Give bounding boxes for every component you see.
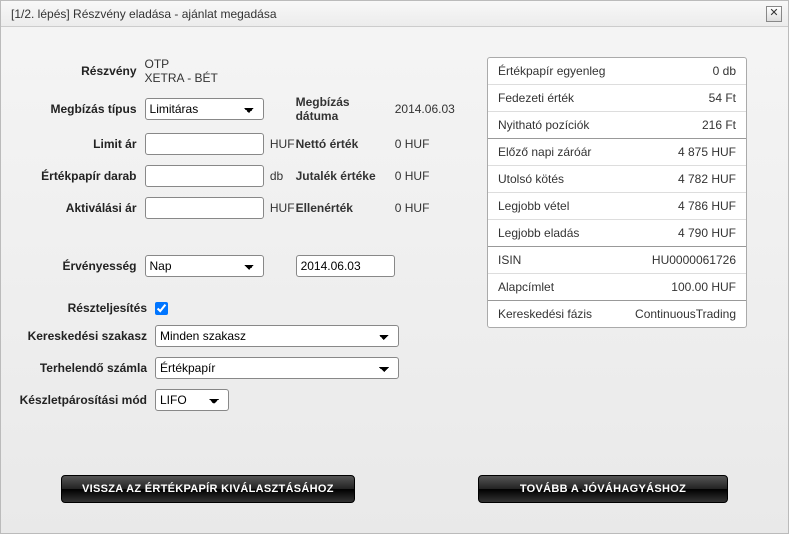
panel-k: Utolsó kötés xyxy=(498,172,564,186)
qty-label: Értékpapír darab xyxy=(19,169,145,183)
panel-k: ISIN xyxy=(498,253,521,267)
activation-unit: HUF xyxy=(264,201,296,215)
activation-label: Aktiválási ár xyxy=(19,201,145,215)
commission-value: 0 HUF xyxy=(395,169,459,183)
next-button[interactable]: TOVÁBB A JÓVÁHAGYÁSHOZ xyxy=(478,475,728,503)
total-label: Ellenérték xyxy=(296,201,395,215)
partial-label: Részteljesítés xyxy=(19,301,155,315)
validity-label: Érvényesség xyxy=(19,259,145,273)
qty-input[interactable] xyxy=(145,165,264,187)
order-type-label: Megbízás típus xyxy=(19,102,145,116)
activation-input[interactable] xyxy=(145,197,264,219)
panel-v: 4 786 HUF xyxy=(678,199,736,213)
panel-v: 4 790 HUF xyxy=(678,226,736,240)
dialog-window: [1/2. lépés] Részvény eladása - ajánlat … xyxy=(0,0,789,534)
close-icon[interactable]: ✕ xyxy=(766,6,782,22)
panel-k: Kereskedési fázis xyxy=(498,307,592,321)
matching-label: Készletpárosítási mód xyxy=(19,394,155,407)
trading-phase-label: Kereskedési szakasz xyxy=(19,330,155,343)
limit-price-input[interactable] xyxy=(145,133,264,155)
net-label: Nettó érték xyxy=(296,137,395,151)
net-value: 0 HUF xyxy=(395,137,459,151)
partial-checkbox[interactable] xyxy=(155,302,168,315)
panel-v: HU0000061726 xyxy=(652,253,736,267)
commission-label: Jutalék értéke xyxy=(296,169,395,183)
panel-k: Legjobb vétel xyxy=(498,199,569,213)
panel-v: 216 Ft xyxy=(702,118,736,132)
window-title: [1/2. lépés] Részvény eladása - ajánlat … xyxy=(11,7,277,21)
panel-v: 54 Ft xyxy=(709,91,736,105)
qty-unit: db xyxy=(264,169,296,183)
panel-k: Alapcímlet xyxy=(498,280,554,294)
panel-v: 4 875 HUF xyxy=(678,145,736,159)
panel-v: 4 782 HUF xyxy=(678,172,736,186)
order-date-label: Megbízás dátuma xyxy=(296,95,395,123)
order-type-select[interactable]: Limitáras xyxy=(145,98,264,120)
panel-k: Értékpapír egyenleg xyxy=(498,64,605,78)
stock-market: XETRA - BÉT xyxy=(145,71,264,85)
total-value: 0 HUF xyxy=(395,201,459,215)
info-panel: Értékpapír egyenleg 0 db Fedezeti érték 54… xyxy=(487,57,747,421)
matching-select[interactable]: LIFO xyxy=(155,389,229,411)
limit-price-label: Limit ár xyxy=(19,137,145,151)
panel-v: 100.00 HUF xyxy=(671,280,736,294)
order-form: Részvény OTP XETRA - BÉT Megbízás típus … xyxy=(19,57,459,421)
account-label: Terhelendő számla xyxy=(19,361,155,375)
validity-date-input[interactable] xyxy=(296,255,395,277)
panel-k: Fedezeti érték xyxy=(498,91,574,105)
panel-k: Nyitható pozíciók xyxy=(498,118,589,132)
panel-v: 0 db xyxy=(713,64,736,78)
order-date-value: 2014.06.03 xyxy=(395,102,459,116)
stock-code: OTP xyxy=(145,57,264,71)
trading-phase-select[interactable]: Minden szakasz xyxy=(155,325,399,347)
title-bar: [1/2. lépés] Részvény eladása - ajánlat … xyxy=(1,1,788,27)
panel-k: Legjobb eladás xyxy=(498,226,579,240)
limit-price-unit: HUF xyxy=(264,137,296,151)
stock-label: Részvény xyxy=(19,64,145,78)
panel-k: Előző napi záróár xyxy=(498,145,591,159)
back-button[interactable]: VISSZA AZ ÉRTÉKPAPÍR KIVÁLASZTÁSÁHOZ xyxy=(61,475,355,503)
panel-v: ContinuousTrading xyxy=(635,307,736,321)
account-select[interactable]: Értékpapír xyxy=(155,357,399,379)
validity-select[interactable]: Nap xyxy=(145,255,264,277)
